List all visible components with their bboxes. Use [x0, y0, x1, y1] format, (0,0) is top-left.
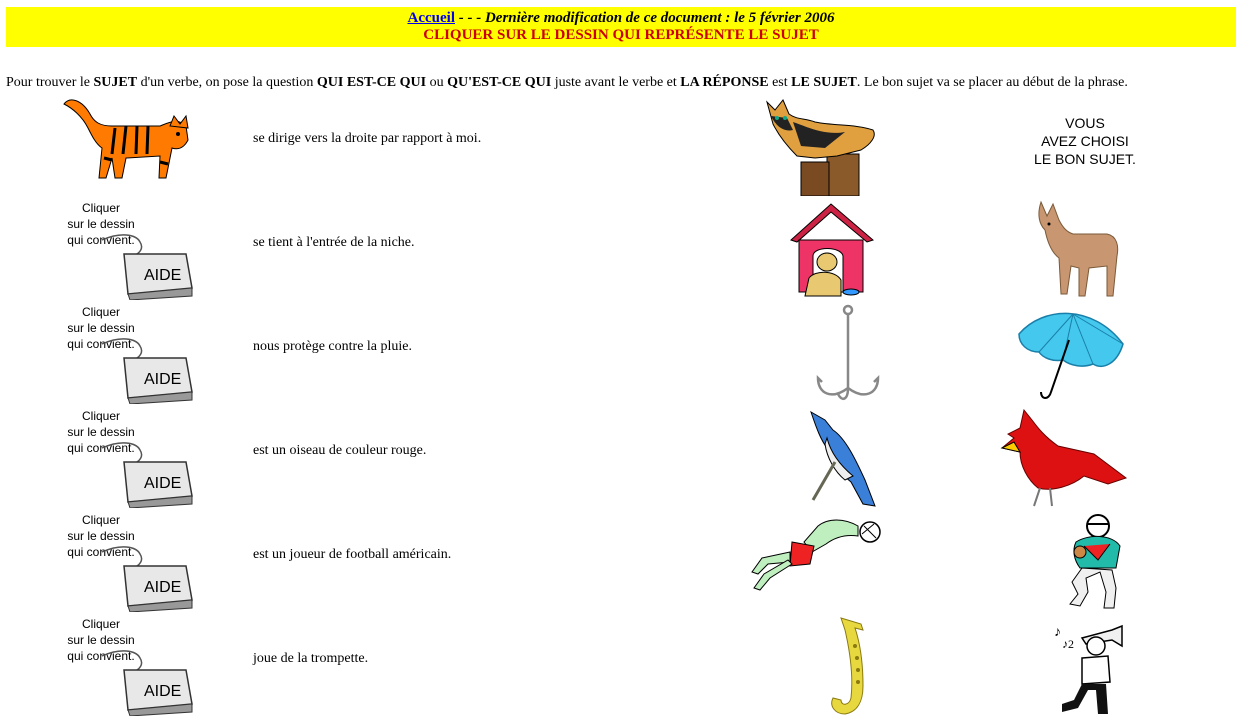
blue-jay-icon[interactable]: [805, 408, 880, 508]
help-block[interactable]: Cliquer sur le dessin qui convient. AIDE: [60, 512, 200, 616]
help-block[interactable]: Cliquer sur le dessin qui convient. AIDE: [60, 408, 200, 512]
intro-part: Pour trouver le: [6, 75, 94, 90]
sentence: joue de la trompette.: [253, 651, 369, 666]
help-button-icon[interactable]: AIDE: [100, 230, 194, 300]
svg-text:♪2: ♪2: [1062, 637, 1074, 651]
sentence: se tient à l'entrée de la niche.: [253, 235, 415, 250]
svg-text:♪: ♪: [1054, 625, 1061, 640]
saxophone-icon[interactable]: [827, 616, 882, 718]
sentence: est un oiseau de couleur rouge.: [253, 443, 427, 458]
intro-bold: LE SUJET: [791, 75, 857, 90]
brown-dog-icon[interactable]: [1033, 200, 1123, 300]
fishing-hook-icon[interactable]: [812, 304, 882, 404]
home-link[interactable]: Accueil: [408, 10, 455, 26]
exercise-row: se dirige vers la droite par rapport à m…: [0, 96, 1244, 200]
intro-part: est: [768, 75, 792, 90]
intro-part: ou: [426, 75, 448, 90]
feedback-message: VOUS AVEZ CHOISI LE BON SUJET.: [985, 114, 1185, 168]
intro-bold: SUJET: [93, 75, 138, 90]
football-player-icon[interactable]: [1058, 512, 1128, 612]
help-block[interactable]: Cliquer sur le dessin qui convient. AIDE: [60, 200, 200, 304]
header-banner: Accueil - - - Dernière modification de c…: [6, 7, 1236, 47]
instruction-title: CLIQUER SUR LE DESSIN QUI REPRÉSENTE LE …: [423, 27, 819, 43]
help-line: Cliquer: [81, 201, 120, 215]
red-cardinal-icon[interactable]: [998, 408, 1128, 508]
sentence: est un joueur de football américain.: [253, 547, 452, 562]
help-button-label[interactable]: AIDE: [144, 267, 181, 284]
help-button-label[interactable]: AIDE: [144, 579, 181, 596]
feedback-line: VOUS: [1065, 115, 1105, 131]
help-block[interactable]: Cliquer sur le dessin qui convient. AIDE: [60, 304, 200, 408]
help-line: Cliquer: [81, 409, 120, 423]
help-button-label[interactable]: AIDE: [144, 371, 181, 388]
last-modified: - - - Dernière modification de ce docume…: [454, 10, 835, 26]
trumpet-player-icon[interactable]: ♪ ♪2: [1052, 616, 1127, 716]
intro-part: . Le bon sujet va se placer au début de …: [856, 75, 1128, 90]
exercise-row: Cliquer sur le dessin qui convient. AIDE…: [0, 304, 1244, 408]
doghouse-icon[interactable]: [785, 200, 877, 300]
intro-part: juste avant le verbe et: [551, 75, 681, 90]
sentence: nous protège contre la pluie.: [253, 339, 413, 354]
help-button-icon[interactable]: AIDE: [100, 334, 194, 404]
intro-bold: LA RÉPONSE: [680, 75, 769, 90]
help-block[interactable]: Cliquer sur le dessin qui convient. AIDE: [60, 616, 200, 720]
exercise-row: Cliquer sur le dessin qui convient. AIDE…: [0, 408, 1244, 512]
intro-bold: QUI EST-CE QUI: [316, 75, 427, 90]
umbrella-icon[interactable]: [1013, 304, 1128, 404]
help-button-icon[interactable]: AIDE: [100, 646, 194, 716]
calico-cat-icon[interactable]: [765, 96, 880, 196]
exercise-row: Cliquer sur le dessin qui convient. AIDE…: [0, 616, 1244, 720]
tiger-cat-icon: [63, 99, 189, 179]
intro-text: Pour trouver le SUJET d'un verbe, on pos…: [6, 74, 1242, 92]
intro-part: d'un verbe, on pose la question: [137, 75, 317, 90]
help-button-icon[interactable]: AIDE: [100, 542, 194, 612]
help-line: Cliquer: [81, 617, 120, 631]
help-line: Cliquer: [81, 305, 120, 319]
goalkeeper-icon[interactable]: [748, 512, 883, 594]
help-button-icon[interactable]: AIDE: [100, 438, 194, 508]
sentence: se dirige vers la droite par rapport à m…: [253, 131, 482, 146]
help-button-label[interactable]: AIDE: [144, 475, 181, 492]
help-line: Cliquer: [81, 513, 120, 527]
help-button-label[interactable]: AIDE: [144, 683, 181, 700]
intro-bold: QU'EST-CE QUI: [447, 75, 552, 90]
header-line: Accueil - - - Dernière modification de c…: [6, 10, 1236, 27]
feedback-line: LE BON SUJET.: [1034, 151, 1136, 167]
exercise-row: Cliquer sur le dessin qui convient. AIDE…: [0, 200, 1244, 304]
feedback-line: AVEZ CHOISI: [1041, 133, 1129, 149]
exercise-row: Cliquer sur le dessin qui convient. AIDE…: [0, 512, 1244, 616]
